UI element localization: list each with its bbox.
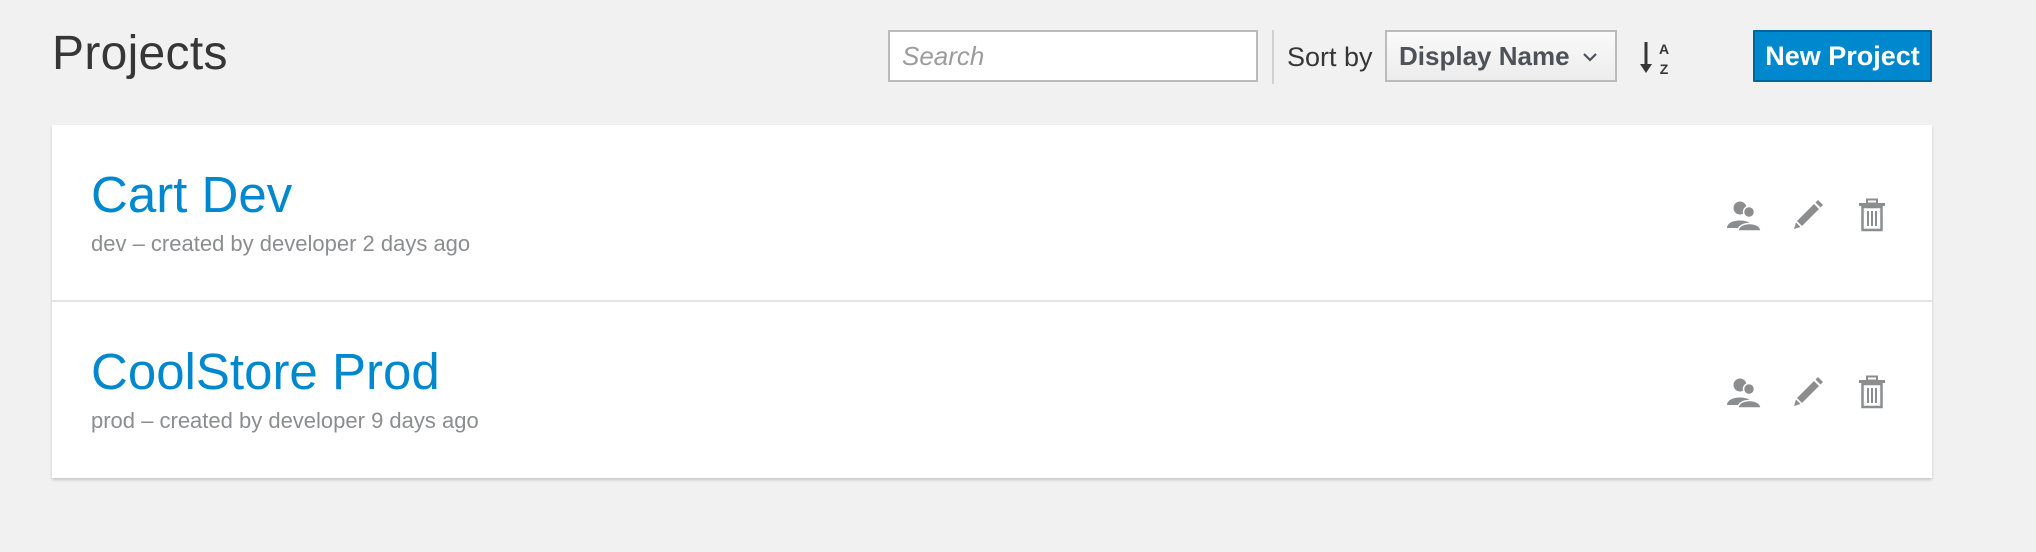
members-icon	[1727, 201, 1762, 232]
members-button[interactable]	[1724, 372, 1764, 412]
delete-button[interactable]	[1852, 195, 1892, 235]
project-row: Cart Dev dev – created by developer 2 da…	[52, 125, 1932, 300]
project-meta: dev – created by developer 2 days ago	[91, 231, 471, 256]
svg-text:Z: Z	[1660, 61, 1669, 77]
search-input[interactable]	[888, 30, 1258, 82]
project-actions	[1724, 372, 1892, 412]
edit-button[interactable]	[1788, 195, 1828, 235]
svg-text:A: A	[1659, 41, 1669, 57]
edit-icon	[1794, 200, 1823, 229]
chevron-down-icon	[1583, 53, 1597, 62]
project-name-link[interactable]: Cart Dev	[91, 165, 292, 224]
new-project-button[interactable]: New Project	[1753, 30, 1932, 82]
project-name-link[interactable]: CoolStore Prod	[91, 342, 440, 401]
toolbar: Sort by Display Name A Z New Project	[0, 30, 2036, 84]
sort-by-select[interactable]: Display Name	[1385, 30, 1617, 82]
project-meta: prod – created by developer 9 days ago	[91, 408, 479, 433]
delete-icon	[1859, 375, 1885, 409]
project-list: Cart Dev dev – created by developer 2 da…	[52, 125, 1932, 478]
delete-button[interactable]	[1852, 372, 1892, 412]
members-button[interactable]	[1724, 195, 1764, 235]
project-row: CoolStore Prod prod – created by develop…	[52, 300, 1932, 478]
delete-icon	[1859, 198, 1885, 232]
sort-by-value: Display Name	[1399, 40, 1570, 71]
toolbar-divider	[1272, 30, 1274, 84]
sort-by-label: Sort by	[1287, 42, 1373, 72]
sort-alpha-asc-icon[interactable]: A Z	[1638, 38, 1674, 78]
project-actions	[1724, 195, 1892, 235]
edit-icon	[1794, 377, 1823, 406]
edit-button[interactable]	[1788, 372, 1828, 412]
members-icon	[1727, 378, 1762, 409]
